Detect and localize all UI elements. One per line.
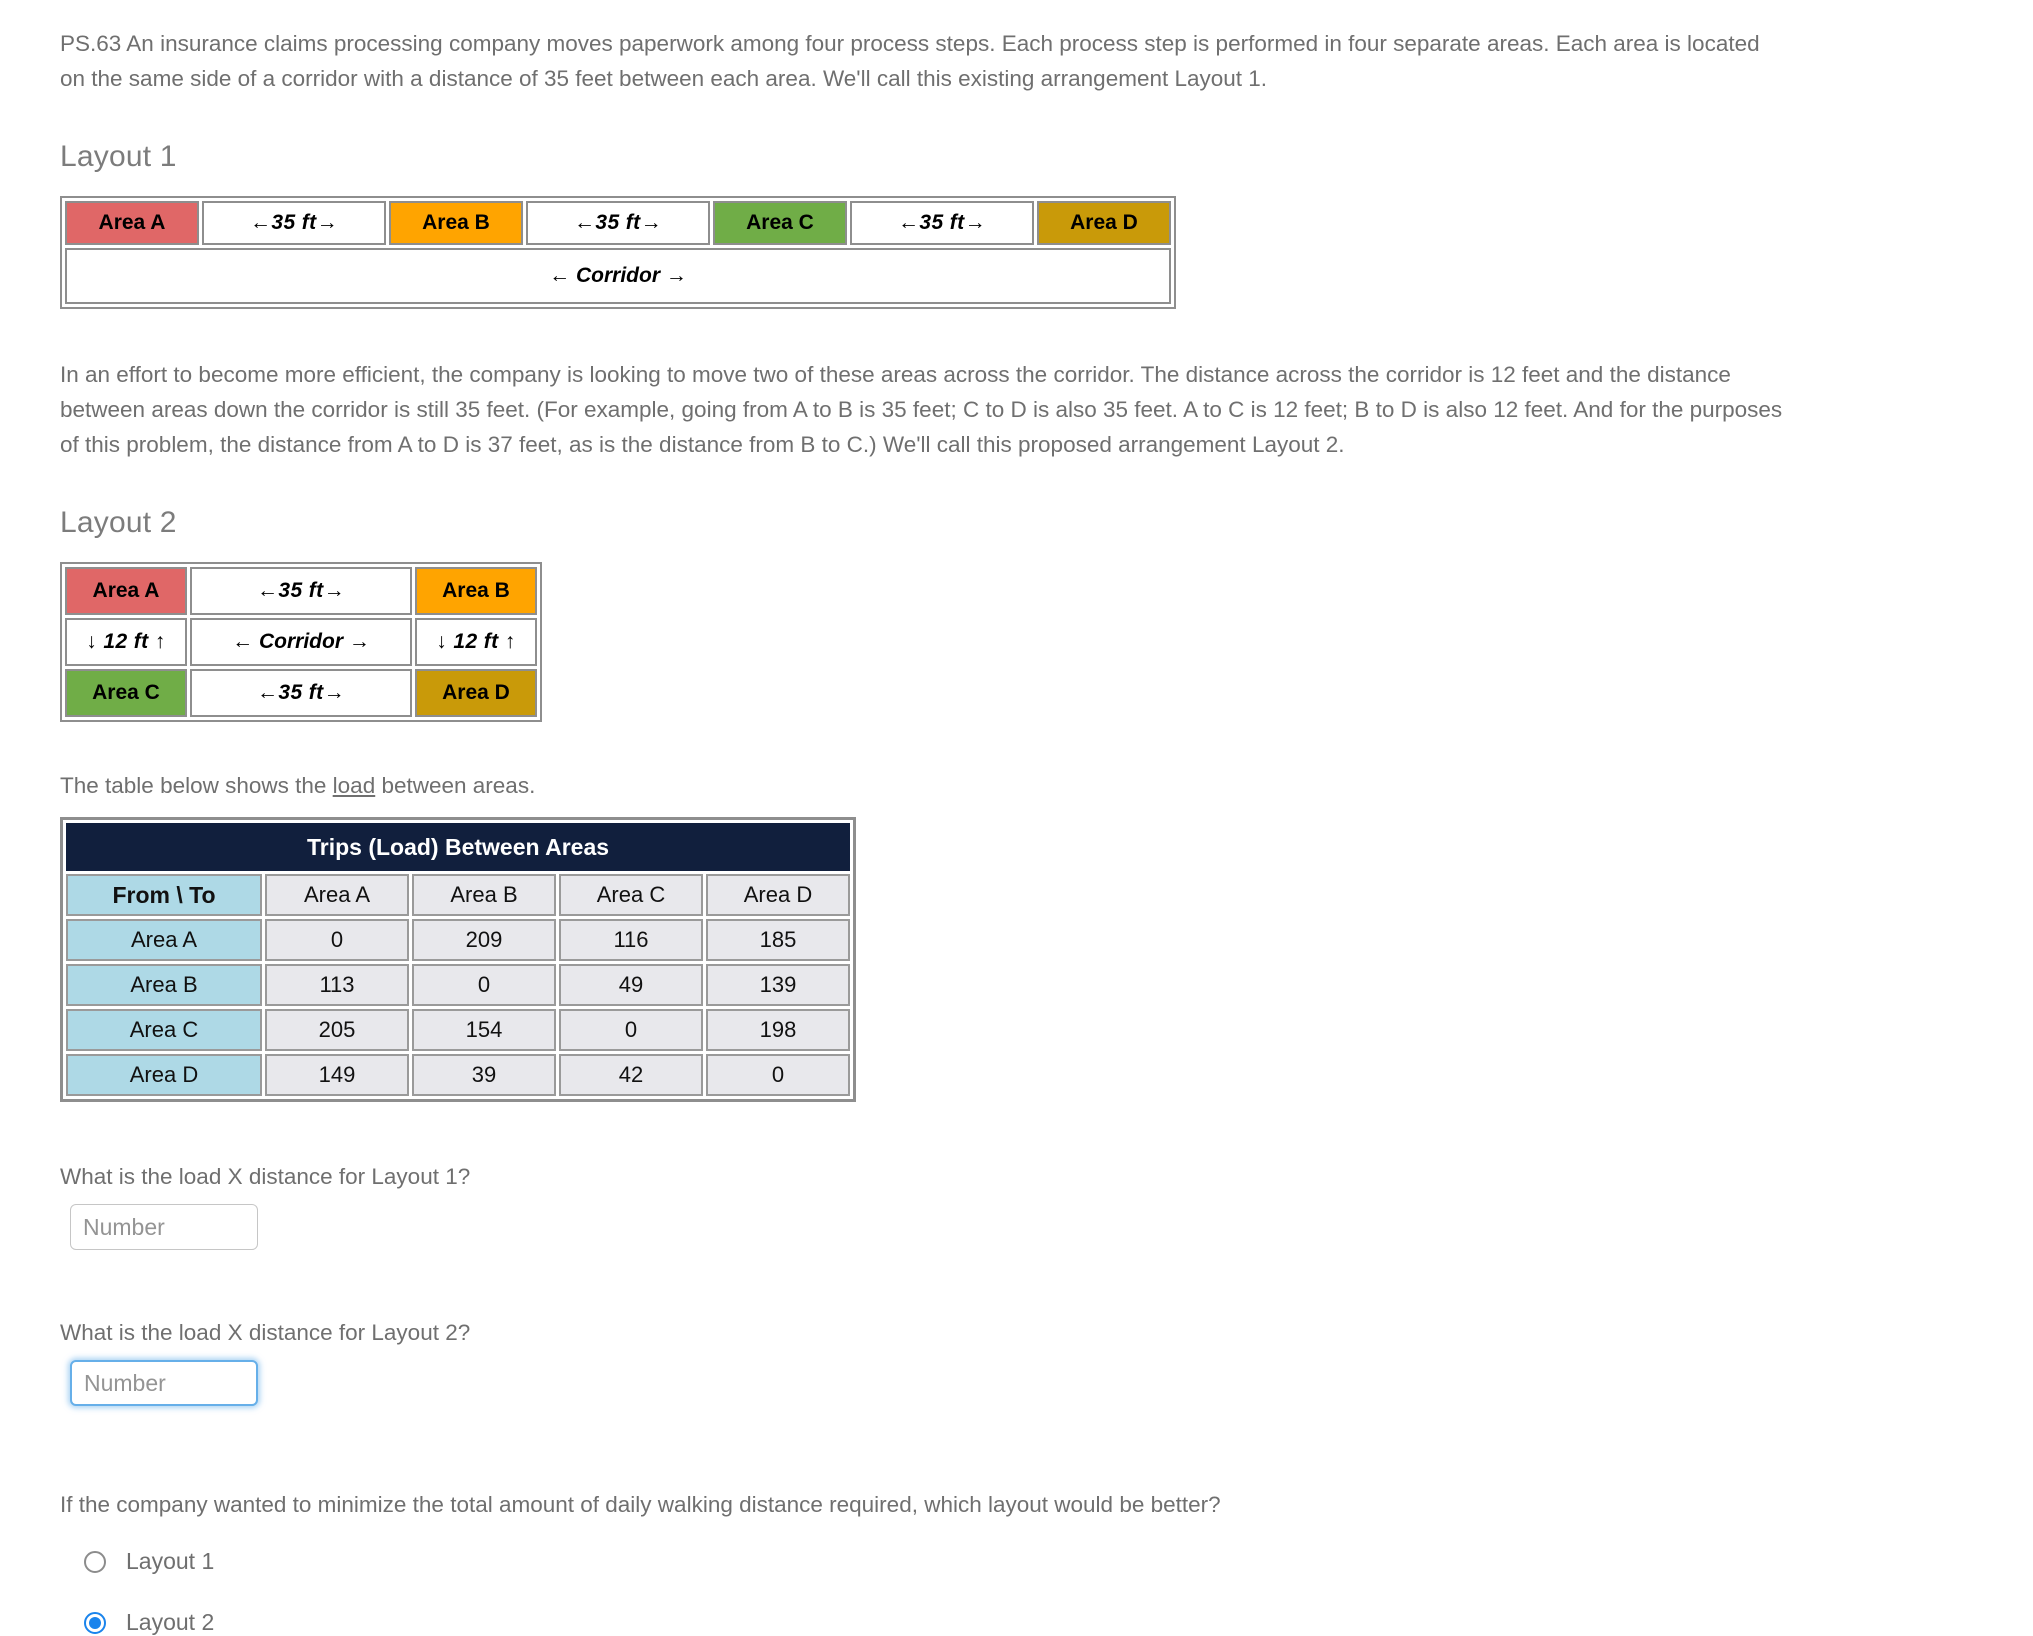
load-table-header-row: From \ To Area A Area B Area C Area D: [66, 874, 850, 916]
caption-before: The table below shows the: [60, 773, 333, 798]
layout2-gap-bd: ↓ 12 ft ↑: [415, 618, 537, 666]
load-table-corner-header: From \ To: [66, 874, 262, 916]
caption-after: between areas.: [375, 773, 536, 798]
radio-checked-icon[interactable]: [84, 1611, 106, 1634]
load-table-caption: The table below shows the load between a…: [60, 768, 1790, 803]
table-row: Area C 205 154 0 198: [66, 1009, 850, 1051]
question-2-label: What is the load X distance for Layout 2…: [60, 1320, 471, 1345]
load-cell-b-c: 49: [559, 964, 703, 1006]
load-cell-a-c: 116: [559, 919, 703, 961]
layout2-area-c: Area C: [65, 669, 187, 717]
radio-option-layout-2[interactable]: Layout 2: [84, 1609, 1973, 1636]
layout2-top-row: Area A ←35 ft→ Area B: [65, 567, 537, 615]
page-container: PS.63 An insurance claims processing com…: [0, 0, 2033, 1636]
layout2-area-d: Area D: [415, 669, 537, 717]
table-row: Area A 0 209 116 185: [66, 919, 850, 961]
radio-option-layout-1[interactable]: Layout 1: [84, 1548, 1973, 1575]
mid-paragraph: In an effort to become more efficient, t…: [60, 362, 1783, 457]
layout1-heading: Layout 1: [60, 140, 177, 173]
layout2-heading: Layout 2: [60, 506, 177, 539]
load-cell-c-d: 198: [706, 1009, 850, 1051]
load-cell-d-b: 39: [412, 1054, 556, 1096]
load-table-col-header-d: Area D: [706, 874, 850, 916]
layout1-area-b: Area B: [389, 201, 523, 245]
load-table-col-header-b: Area B: [412, 874, 556, 916]
table-row: Area B 113 0 49 139: [66, 964, 850, 1006]
layout1-gap-cd: ←35 ft→: [850, 201, 1034, 245]
layout1-load-distance-input[interactable]: [70, 1204, 258, 1250]
layout1-areas-row: Area A ←35 ft→ Area B ←35 ft→ Area C ←35…: [65, 201, 1171, 245]
load-cell-b-b: 0: [412, 964, 556, 1006]
load-table-col-header-a: Area A: [265, 874, 409, 916]
load-row-header-c: Area C: [66, 1009, 262, 1051]
table-row: Area D 149 39 42 0: [66, 1054, 850, 1096]
layout2-gap-cd: ←35 ft→: [190, 669, 412, 717]
load-cell-c-a: 205: [265, 1009, 409, 1051]
load-row-header-a: Area A: [66, 919, 262, 961]
layout1-area-a: Area A: [65, 201, 199, 245]
load-cell-d-a: 149: [265, 1054, 409, 1096]
layout2-load-distance-input[interactable]: [70, 1360, 258, 1406]
load-cell-d-d: 0: [706, 1054, 850, 1096]
layout1-gap-bc: ←35 ft→: [526, 201, 710, 245]
trips-load-table: Trips (Load) Between Areas From \ To Are…: [60, 817, 856, 1102]
radio-label-layout-2: Layout 2: [126, 1609, 215, 1635]
layout2-area-b: Area B: [415, 567, 537, 615]
load-row-header-d: Area D: [66, 1054, 262, 1096]
question-3-label: If the company wanted to minimize the to…: [60, 1492, 1221, 1517]
radio-unchecked-icon[interactable]: [84, 1550, 106, 1573]
load-cell-c-b: 154: [412, 1009, 556, 1051]
layout2-middle-row: ↓ 12 ft ↑ ← Corridor → ↓ 12 ft ↑: [65, 618, 537, 666]
load-cell-a-b: 209: [412, 919, 556, 961]
load-table-title-row: Trips (Load) Between Areas: [66, 823, 850, 871]
load-cell-a-a: 0: [265, 919, 409, 961]
load-cell-b-d: 139: [706, 964, 850, 1006]
layout1-gap-ab: ←35 ft→: [202, 201, 386, 245]
intro-paragraph: PS.63 An insurance claims processing com…: [60, 31, 1760, 91]
load-table-col-header-c: Area C: [559, 874, 703, 916]
layout2-bottom-row: Area C ←35 ft→ Area D: [65, 669, 537, 717]
load-table-title: Trips (Load) Between Areas: [66, 823, 850, 871]
layout1-diagram: Area A ←35 ft→ Area B ←35 ft→ Area C ←35…: [60, 196, 1176, 309]
load-cell-d-c: 42: [559, 1054, 703, 1096]
load-row-header-b: Area B: [66, 964, 262, 1006]
load-cell-a-d: 185: [706, 919, 850, 961]
layout1-area-c: Area C: [713, 201, 847, 245]
question-1-label: What is the load X distance for Layout 1…: [60, 1164, 471, 1189]
layout2-diagram: Area A ←35 ft→ Area B ↓ 12 ft ↑ ← Corrid…: [60, 562, 542, 722]
layout2-gap-ab: ←35 ft→: [190, 567, 412, 615]
layout1-area-d: Area D: [1037, 201, 1171, 245]
load-link[interactable]: load: [333, 773, 376, 798]
radio-label-layout-1: Layout 1: [126, 1548, 215, 1574]
load-cell-c-c: 0: [559, 1009, 703, 1051]
layout2-corridor: ← Corridor →: [190, 618, 412, 666]
layout1-corridor: ← Corridor →: [65, 248, 1171, 304]
layout1-corridor-row: ← Corridor →: [65, 248, 1171, 304]
layout2-area-a: Area A: [65, 567, 187, 615]
load-cell-b-a: 113: [265, 964, 409, 1006]
layout2-gap-ac: ↓ 12 ft ↑: [65, 618, 187, 666]
